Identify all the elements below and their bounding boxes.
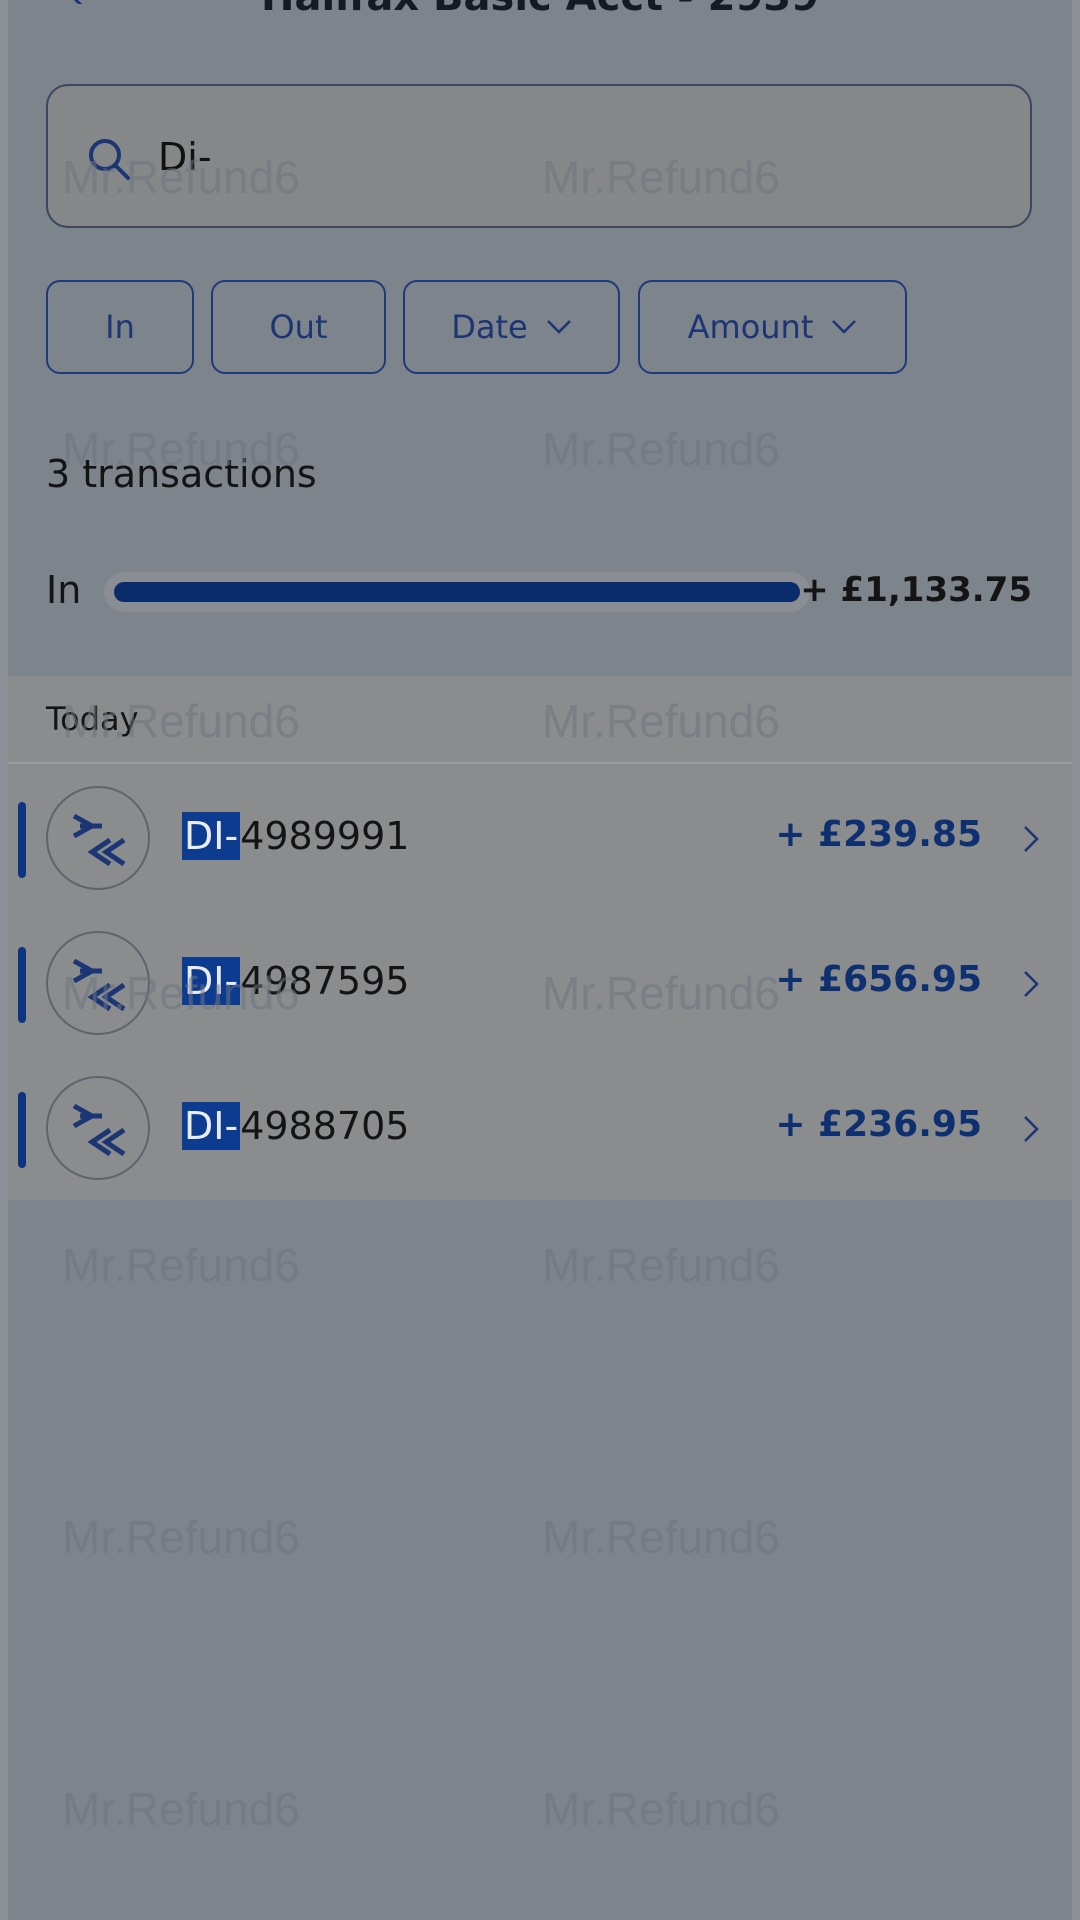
filter-date-label: Date bbox=[451, 308, 528, 346]
transfer-arrows-icon bbox=[72, 813, 126, 867]
transaction-row[interactable]: DI- 4987595 + £656.95 bbox=[8, 911, 1072, 1056]
chevron-right-icon bbox=[1024, 826, 1039, 852]
filter-amount-dropdown[interactable]: Amount bbox=[638, 280, 907, 374]
transaction-row[interactable]: DI- 4989991 + £239.85 bbox=[8, 766, 1072, 911]
summary-in-label: In bbox=[46, 568, 82, 612]
search-input[interactable] bbox=[158, 124, 978, 190]
transaction-amount: + £236.95 bbox=[775, 1104, 982, 1145]
search-box[interactable] bbox=[46, 84, 1032, 228]
watermark: Mr.Refund6 bbox=[542, 1239, 780, 1291]
transaction-reference-rest: 4988705 bbox=[240, 1104, 410, 1148]
transaction-reference: DI- 4987595 bbox=[182, 957, 409, 1005]
filter-date-dropdown[interactable]: Date bbox=[403, 280, 620, 374]
transaction-amount: + £239.85 bbox=[775, 814, 982, 855]
filter-out-button[interactable]: Out bbox=[211, 280, 386, 374]
watermark: Mr.Refund6 bbox=[62, 1783, 300, 1835]
transaction-count: 3 transactions bbox=[46, 452, 317, 496]
row-marker bbox=[18, 802, 26, 878]
filter-amount-label: Amount bbox=[687, 308, 814, 346]
group-header: Today bbox=[46, 700, 139, 738]
chevron-down-icon bbox=[546, 320, 571, 334]
transfer-arrows-icon bbox=[72, 1103, 126, 1157]
transaction-reference: DI- 4988705 bbox=[182, 1102, 409, 1150]
transaction-amount: + £656.95 bbox=[775, 959, 982, 1000]
transaction-reference: DI- 4989991 bbox=[182, 812, 409, 860]
watermark: Mr.Refund6 bbox=[542, 1511, 780, 1563]
filter-in-label: In bbox=[105, 308, 135, 346]
row-marker bbox=[18, 1092, 26, 1168]
transaction-reference-rest: 4989991 bbox=[240, 814, 410, 858]
avatar bbox=[46, 931, 150, 1035]
watermark: Mr.Refund6 bbox=[62, 1511, 300, 1563]
watermark: Mr.Refund6 bbox=[542, 1783, 780, 1835]
chevron-down-icon bbox=[832, 320, 857, 334]
avatar bbox=[46, 1076, 150, 1180]
transaction-reference-rest: 4987595 bbox=[240, 959, 410, 1003]
chevron-right-icon bbox=[1024, 971, 1039, 997]
summary-in-bar bbox=[104, 572, 810, 612]
watermark: Mr.Refund6 bbox=[62, 1239, 300, 1291]
filter-in-button[interactable]: In bbox=[46, 280, 194, 374]
page-title: Halifax Basic Acct - 2939 bbox=[0, 0, 1080, 20]
avatar bbox=[46, 786, 150, 890]
divider bbox=[8, 762, 1072, 764]
summary-in-amount: + £1,133.75 bbox=[800, 570, 1032, 610]
transfer-arrows-icon bbox=[72, 958, 126, 1012]
search-match-highlight: DI- bbox=[182, 812, 241, 860]
transaction-list: Today DI- 4989991 + £239.85 DI- 4987595 … bbox=[8, 676, 1072, 1200]
watermark: Mr.Refund6 bbox=[542, 423, 780, 475]
chevron-right-icon bbox=[1024, 1116, 1039, 1142]
filter-out-label: Out bbox=[269, 308, 328, 346]
row-marker bbox=[18, 947, 26, 1023]
header: Halifax Basic Acct - 2939 bbox=[0, 0, 1080, 30]
transaction-row[interactable]: DI- 4988705 + £236.95 bbox=[8, 1056, 1072, 1201]
search-match-highlight: DI- bbox=[182, 1102, 241, 1150]
screen-edge-right bbox=[1072, 0, 1080, 1920]
search-match-highlight: DI- bbox=[182, 957, 241, 1005]
search-icon bbox=[89, 139, 130, 180]
summary-in-bar-fill bbox=[114, 582, 800, 602]
screen-edge-left bbox=[0, 0, 8, 1920]
